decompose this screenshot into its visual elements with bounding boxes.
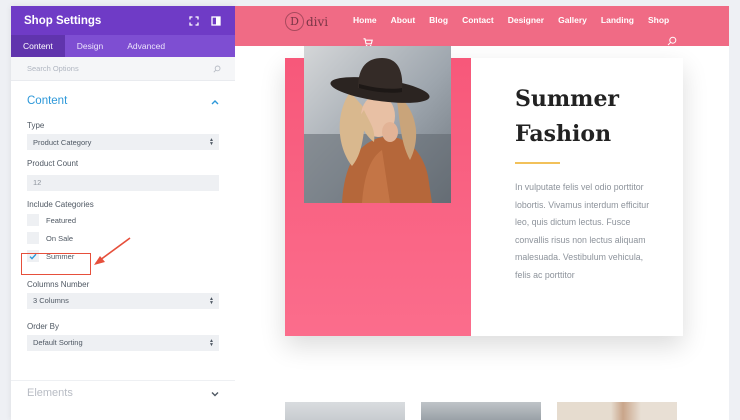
product-thumb[interactable] (421, 402, 541, 420)
panel-tabs: Content Design Advanced (11, 35, 235, 57)
type-label: Type (27, 121, 45, 130)
menu-item-contact[interactable]: Contact (462, 15, 494, 25)
main-menu: Home About Blog Contact Designer Gallery… (353, 15, 683, 25)
checkbox[interactable] (27, 232, 39, 244)
tab-advanced[interactable]: Advanced (115, 35, 177, 57)
product-count-label: Product Count (27, 159, 79, 168)
search-options-bar (11, 57, 235, 81)
shop-settings-panel: Shop Settings Content Design Advanced Co… (11, 6, 235, 420)
featured-card: Summer Fashion In vulputate felis vel od… (285, 46, 683, 336)
elements-section-title: Elements (27, 386, 73, 399)
product-thumb[interactable] (557, 402, 677, 420)
select-arrows-icon: ▲ ▼ (209, 337, 214, 348)
page-preview: Summer Fashion In vulputate felis vel od… (235, 46, 729, 420)
order-by-select-value: Default Sorting (33, 338, 83, 347)
search-options-input[interactable] (27, 64, 213, 73)
expand-icon[interactable] (187, 14, 201, 28)
card-title: Summer Fashion (515, 82, 675, 152)
type-select[interactable]: Product Category ▲ ▼ (27, 134, 219, 150)
order-by-select[interactable]: Default Sorting ▲ ▼ (27, 334, 219, 351)
select-arrows-icon: ▲ ▼ (209, 137, 214, 147)
card-title-line-2: Fashion (515, 121, 612, 147)
menu-item-shop[interactable]: Shop (648, 15, 669, 25)
order-by-label: Order By (27, 321, 60, 331)
content-section-title: Content (27, 95, 68, 107)
type-select-value: Product Category (33, 137, 92, 147)
chevron-down-icon[interactable] (211, 384, 219, 402)
menu-item-about[interactable]: About (391, 15, 416, 25)
annotation-highlight-box (21, 253, 91, 275)
panel-title: Shop Settings (24, 14, 102, 27)
title-divider (515, 162, 560, 164)
product-thumbnails (285, 402, 693, 420)
elements-section-header[interactable]: Elements (11, 380, 235, 404)
product-count-input[interactable] (27, 174, 219, 191)
card-title-line-1: Summer (515, 86, 620, 112)
menu-item-home[interactable]: Home (353, 15, 377, 25)
category-featured[interactable]: Featured (27, 214, 219, 227)
logo-mark-icon: D (285, 12, 304, 31)
columns-number-label: Columns Number (27, 279, 90, 289)
site-navbar: D divi Home About Blog Contact Designer … (235, 6, 729, 47)
menu-item-landing[interactable]: Landing (601, 15, 634, 25)
tab-design[interactable]: Design (65, 35, 115, 57)
model-photo (304, 46, 451, 203)
logo-text: divi (306, 14, 329, 29)
annotation-arrow-icon (94, 237, 131, 265)
split-view-icon[interactable] (209, 14, 223, 28)
chevron-up-icon[interactable] (211, 92, 219, 110)
category-label: On Sale (46, 233, 74, 243)
menu-item-designer[interactable]: Designer (508, 15, 544, 25)
columns-select-value: 3 Columns (33, 296, 69, 305)
pink-backdrop (285, 46, 471, 336)
menu-item-blog[interactable]: Blog (429, 15, 448, 25)
include-categories-label: Include Categories (27, 199, 94, 209)
select-arrows-icon: ▲ ▼ (209, 295, 214, 306)
category-label: Featured (46, 215, 77, 225)
checkbox[interactable] (27, 214, 39, 226)
search-icon[interactable] (213, 60, 221, 78)
product-thumb[interactable] (285, 402, 405, 420)
columns-select[interactable]: 3 Columns ▲ ▼ (27, 292, 219, 309)
content-section-header[interactable]: Content (11, 81, 235, 121)
menu-item-gallery[interactable]: Gallery (558, 15, 587, 25)
divi-logo[interactable]: D divi (285, 12, 328, 31)
card-body-text: In vulputate felis vel odio porttitor lo… (515, 182, 650, 280)
tab-content[interactable]: Content (11, 35, 65, 57)
panel-header: Shop Settings (11, 6, 235, 35)
